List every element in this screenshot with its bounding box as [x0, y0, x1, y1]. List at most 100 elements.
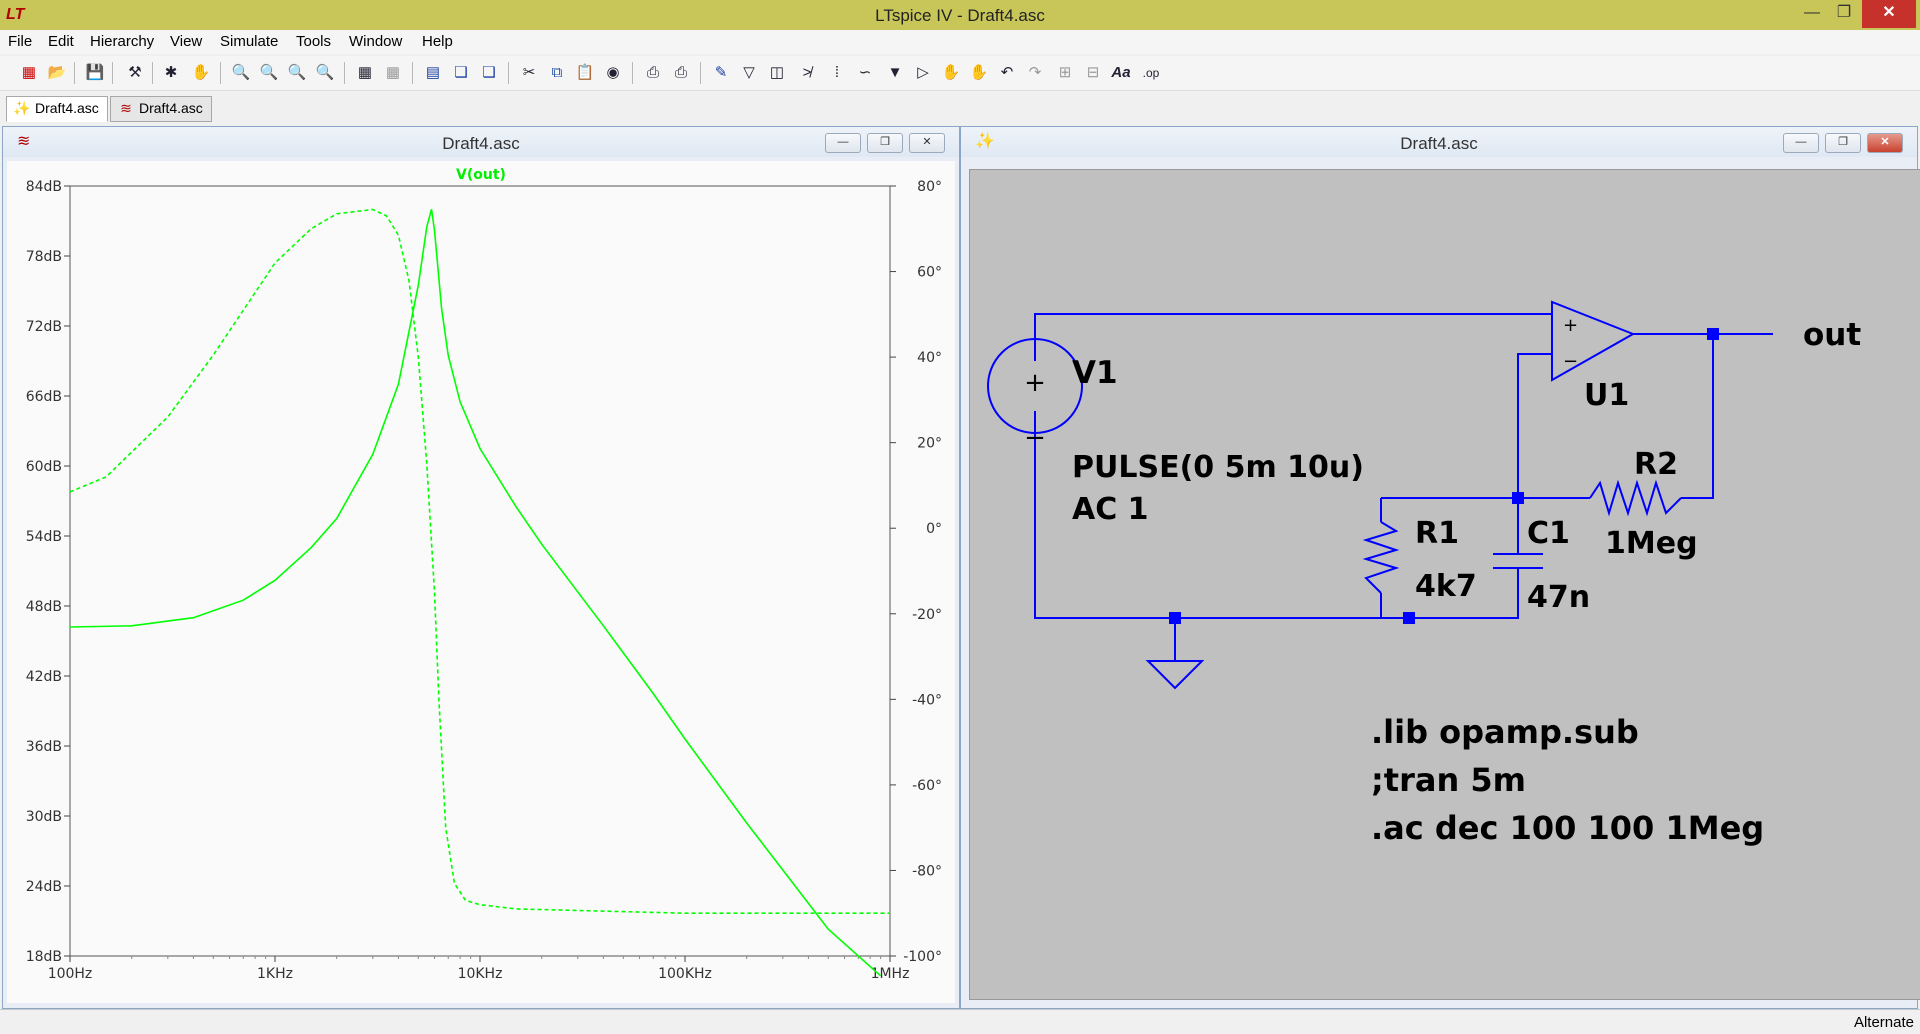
y-tick-label-left: 60dB — [26, 459, 62, 475]
open-folder-icon[interactable]: 📂 — [46, 63, 68, 83]
cut-icon[interactable]: ✂ — [518, 63, 540, 83]
run-icon[interactable]: ✱ — [160, 63, 182, 83]
y-tick-label-left: 30dB — [26, 809, 62, 825]
u1-label[interactable]: U1 — [1584, 378, 1629, 413]
menu-window[interactable]: Window — [349, 33, 402, 50]
schematic-icon: ✨ — [13, 100, 31, 116]
schematic-drawing[interactable]: V1 + − PULSE(0 5m 10u) AC 1 U1 + − R1 4k… — [970, 170, 1920, 999]
resistor-icon[interactable]: ≯ — [796, 63, 818, 83]
v1-value-label[interactable]: PULSE(0 5m 10u) — [1072, 450, 1364, 485]
schematic-restore-button[interactable]: ❐ — [1825, 133, 1861, 153]
opamp-minus-sign: − — [1563, 351, 1578, 372]
copy-icon[interactable]: ⧉ — [546, 63, 568, 83]
y-tick-label-right: 0° — [926, 521, 942, 537]
menu-file[interactable]: File — [8, 33, 32, 50]
control-panel-icon[interactable]: ⚒ — [124, 63, 146, 83]
halt-icon[interactable]: ✋ — [190, 63, 212, 83]
text-icon[interactable]: Aa — [1110, 63, 1132, 83]
menu-tools[interactable]: Tools — [296, 33, 331, 50]
bode-plot[interactable]: 84dB 78dB 72dB 66dB 60dB 54dB 48dB 42dB 36dB 30dB… — [7, 161, 955, 1003]
zoom-in-icon[interactable]: 🔍 — [230, 63, 252, 83]
directive-ac[interactable]: .ac dec 100 100 1Meg — [1371, 809, 1764, 847]
v1-ac-label[interactable]: AC 1 — [1072, 492, 1149, 527]
schematic-minimize-button[interactable]: — — [1783, 133, 1819, 153]
y-tick-label-left: 18dB — [26, 949, 62, 965]
ground-icon[interactable]: ▽ — [738, 63, 760, 83]
c1-value-label[interactable]: 47n — [1527, 580, 1590, 615]
move-hand-icon[interactable]: ✋ — [940, 63, 962, 83]
capacitor-icon[interactable]: ⁞ — [826, 63, 848, 83]
autorange-icon[interactable]: ▦ — [354, 63, 376, 83]
zoom-fit-icon[interactable]: 🔍 — [314, 63, 336, 83]
toolbar-separator — [632, 62, 633, 84]
maximize-button[interactable]: ❐ — [1830, 0, 1858, 28]
label-net-icon[interactable]: ◫ — [766, 63, 788, 83]
plot-minimize-button[interactable]: — — [825, 133, 861, 153]
print-setup-icon[interactable]: ⎙ — [642, 63, 664, 83]
tab-waveform[interactable]: ≋ Draft4.asc — [110, 96, 212, 122]
y-tick-label-right: -40° — [912, 692, 942, 708]
c1-label[interactable]: C1 — [1527, 516, 1570, 551]
ground-symbol[interactable] — [1145, 660, 1205, 690]
r1-label[interactable]: R1 — [1415, 516, 1459, 551]
spice-directive-icon[interactable]: .op — [1140, 63, 1162, 83]
menu-view[interactable]: View — [170, 33, 202, 50]
cascade-icon[interactable]: ❏ — [450, 63, 472, 83]
plot-close-button[interactable]: ✕ — [909, 133, 945, 153]
wire-r2-to-out[interactable] — [1681, 334, 1714, 499]
minimize-button[interactable]: — — [1798, 0, 1826, 28]
rotate-icon[interactable]: ⊞ — [1054, 63, 1076, 83]
drag-icon[interactable]: ✋ — [968, 63, 990, 83]
menu-help[interactable]: Help — [422, 33, 453, 50]
y-tick-label-right: 20° — [917, 436, 942, 452]
tile-horizontal-icon[interactable]: ▤ — [422, 63, 444, 83]
wire-feedback-inverting[interactable] — [1517, 353, 1552, 540]
close-button[interactable]: ✕ — [1862, 0, 1916, 28]
schematic-window-titlebar: ✨ Draft4.asc — ❐ ✕ — [961, 127, 1917, 157]
directive-lib[interactable]: .lib opamp.sub — [1371, 713, 1639, 751]
r2-label[interactable]: R2 — [1634, 447, 1678, 482]
component-icon[interactable]: ▷ — [912, 63, 934, 83]
directive-tran[interactable]: ;tran 5m — [1371, 761, 1526, 799]
new-schematic-icon[interactable]: ▦ — [18, 63, 40, 83]
tile-vertical-icon[interactable]: ❏ — [478, 63, 500, 83]
schematic-close-button[interactable]: ✕ — [1867, 133, 1903, 153]
zoom-out-icon[interactable]: 🔍 — [286, 63, 308, 83]
menu-edit[interactable]: Edit — [48, 33, 74, 50]
inductor-icon[interactable]: ∽ — [854, 63, 876, 83]
redo-icon[interactable]: ↷ — [1024, 63, 1046, 83]
v1-minus-sign: − — [1024, 423, 1046, 453]
r1-value-label[interactable]: 4k7 — [1415, 569, 1477, 604]
plot-area[interactable]: 84dB 78dB 72dB 66dB 60dB 54dB 48dB 42dB 36dB 30dB… — [7, 161, 955, 1003]
menu-simulate[interactable]: Simulate — [220, 33, 278, 50]
paste-icon[interactable]: 📋 — [574, 63, 596, 83]
mirror-icon[interactable]: ⊟ — [1082, 63, 1104, 83]
tab-schematic[interactable]: ✨ Draft4.asc — [6, 96, 108, 122]
r2-symbol[interactable] — [1589, 479, 1682, 517]
junction-dot — [1169, 612, 1181, 624]
schematic-canvas[interactable]: V1 + − PULSE(0 5m 10u) AC 1 U1 + − R1 4k… — [969, 169, 1920, 1000]
v1-label[interactable]: V1 — [1072, 355, 1118, 391]
print-icon[interactable]: ⎙ — [670, 63, 692, 83]
menu-hierarchy[interactable]: Hierarchy — [90, 33, 154, 50]
schematic-window-title: Draft4.asc — [1400, 134, 1478, 153]
out-net-label[interactable]: out — [1803, 317, 1861, 353]
pan-icon[interactable]: 🔍 — [258, 63, 280, 83]
find-icon[interactable]: ◉ — [602, 63, 624, 83]
undo-zoom-icon[interactable]: ▦ — [382, 63, 404, 83]
plot-restore-button[interactable]: ❐ — [867, 133, 903, 153]
save-icon[interactable]: 💾 — [84, 63, 106, 83]
undo-icon[interactable]: ↶ — [996, 63, 1018, 83]
x-tick-label: 100KHz — [658, 966, 712, 982]
y-tick-label-right: 40° — [917, 350, 942, 366]
wire-v1-to-opamp[interactable] — [1034, 313, 1552, 361]
y-tick-label-left: 48dB — [26, 599, 62, 615]
diode-icon[interactable]: ▼ — [884, 63, 906, 83]
junction-dot — [1707, 328, 1719, 340]
draw-wire-icon[interactable]: ✎ — [710, 63, 732, 83]
y-tick-label-right: -60° — [912, 778, 942, 794]
toolbar-separator — [112, 62, 113, 84]
trace-label[interactable]: V(out) — [456, 167, 506, 183]
r2-value-label[interactable]: 1Meg — [1605, 526, 1698, 561]
r1-symbol[interactable] — [1362, 521, 1400, 594]
